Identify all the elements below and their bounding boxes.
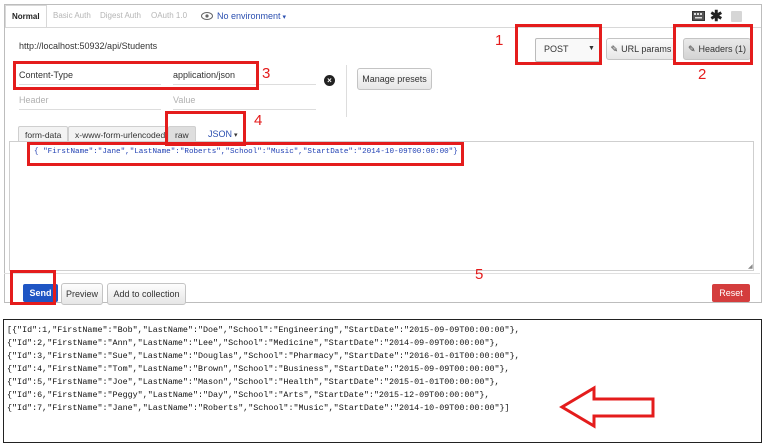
response-line: {"Id":2,"FirstName":"Ann","LastName":"Le… xyxy=(7,338,500,348)
tab-normal[interactable]: Normal xyxy=(5,5,47,28)
annotation-box-method xyxy=(515,24,602,65)
response-line: {"Id":4,"FirstName":"Tom","LastName":"Br… xyxy=(7,364,510,374)
eye-icon[interactable] xyxy=(201,12,213,20)
environment-selector[interactable]: No environment ▾ xyxy=(217,5,286,27)
url-params-label: URL params xyxy=(621,44,672,54)
edit-icon: ✎ xyxy=(610,44,619,54)
url-params-button[interactable]: ✎ URL params xyxy=(606,38,676,60)
bottom-divider xyxy=(4,273,760,274)
status-indicator-icon xyxy=(731,11,742,22)
manage-presets-button[interactable]: Manage presets xyxy=(357,68,432,90)
remove-header-icon[interactable]: × xyxy=(324,75,335,86)
tab-basic-auth[interactable]: Basic Auth xyxy=(47,5,97,27)
settings-wrench-icon[interactable]: ✱ xyxy=(710,7,723,25)
new-header-key-input[interactable]: Header xyxy=(19,91,161,110)
tab-digest-auth[interactable]: Digest Auth xyxy=(94,5,147,27)
annotation-number-5: 5 xyxy=(475,266,484,283)
preview-button[interactable]: Preview xyxy=(61,283,103,305)
annotation-number-4: 4 xyxy=(254,112,263,129)
keyboard-icon[interactable] xyxy=(692,11,705,21)
response-line: {"Id":5,"FirstName":"Joe","LastName":"Ma… xyxy=(7,377,500,387)
annotation-box-headers xyxy=(673,24,753,65)
response-line: {"Id":3,"FirstName":"Sue","LastName":"Do… xyxy=(7,351,520,361)
new-header-value-input[interactable]: Value xyxy=(173,91,316,110)
annotation-number-2: 2 xyxy=(698,66,707,83)
add-to-collection-button[interactable]: Add to collection xyxy=(107,283,186,305)
resize-handle-icon[interactable]: ◢ xyxy=(748,263,753,270)
request-url-input[interactable]: http://localhost:50932/api/Students xyxy=(19,41,157,51)
annotation-box-send xyxy=(10,270,56,305)
annotation-box-header-row xyxy=(13,61,259,90)
response-line: {"Id":7,"FirstName":"Jane","LastName":"R… xyxy=(7,403,510,413)
reset-button[interactable]: Reset xyxy=(712,284,750,302)
annotation-box-raw-json xyxy=(165,111,246,146)
response-line: {"Id":6,"FirstName":"Peggy","LastName":"… xyxy=(7,390,490,400)
response-line: [{"Id":1,"FirstName":"Bob","LastName":"D… xyxy=(7,325,520,335)
annotation-number-3: 3 xyxy=(262,65,271,82)
tabbar-divider xyxy=(5,27,761,28)
tab-oauth[interactable]: OAuth 1.0 xyxy=(145,5,193,27)
environment-label: No environment xyxy=(217,11,281,21)
arrow-left-icon xyxy=(559,385,655,429)
headers-divider xyxy=(346,65,347,117)
annotation-number-1: 1 xyxy=(495,32,504,49)
annotation-box-body xyxy=(27,142,464,166)
